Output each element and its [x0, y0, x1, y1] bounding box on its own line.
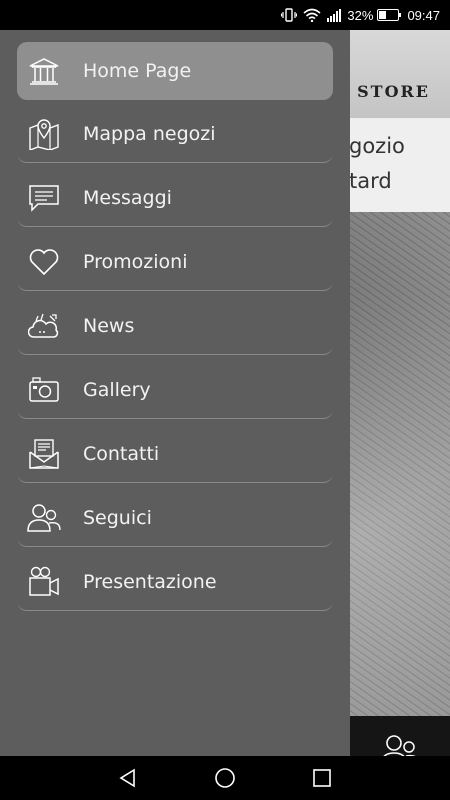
menu-label-home-page: Home Page	[83, 60, 192, 82]
mail-icon	[21, 434, 67, 474]
status-bar: 32% 09:47	[0, 0, 450, 30]
menu-label-news: News	[83, 314, 135, 337]
vibrate-icon	[281, 8, 298, 22]
battery-icon	[377, 9, 402, 21]
users-icon	[21, 498, 67, 538]
nav-recents-button[interactable]	[302, 758, 342, 798]
menu-label-seguici: Seguici	[83, 506, 152, 529]
cloud-news-icon	[21, 306, 67, 346]
battery-percent: 32%	[347, 7, 374, 23]
menu-label-contatti: Contatti	[83, 442, 160, 465]
camera-icon	[21, 370, 67, 410]
menu-item-messaggi[interactable]: Messaggi	[17, 169, 333, 227]
clock: 09:47	[407, 7, 440, 23]
battery-indicator: 32%	[347, 7, 402, 23]
menu-item-promozioni[interactable]: Promozioni	[17, 233, 333, 291]
navigation-drawer: Home Page Mappa negozi Messaggi Promozio…	[0, 30, 350, 756]
info-text-line2: tard	[349, 169, 392, 193]
menu-label-promozioni: Promozioni	[83, 250, 188, 273]
menu-item-home-page[interactable]: Home Page	[17, 42, 333, 100]
menu-item-seguici[interactable]: Seguici	[17, 489, 333, 547]
bank-building-icon	[21, 51, 67, 91]
home-icon	[215, 768, 235, 788]
map-pin-icon	[21, 114, 67, 154]
menu-label-messaggi: Messaggi	[83, 186, 172, 209]
menu-item-presentazione[interactable]: Presentazione	[17, 553, 333, 611]
wifi-icon	[303, 8, 321, 22]
system-nav-bar	[0, 756, 450, 800]
signal-icon	[327, 8, 342, 22]
menu-item-gallery[interactable]: Gallery	[17, 361, 333, 419]
info-text-line1: gozio	[349, 134, 405, 158]
menu-item-mappa-negozi[interactable]: Mappa negozi	[17, 105, 333, 163]
message-icon	[21, 178, 67, 218]
store-logo: STORE	[357, 82, 430, 101]
back-icon	[119, 768, 136, 788]
menu-label-presentazione: Presentazione	[83, 570, 217, 593]
recents-icon	[312, 769, 331, 787]
menu-item-news[interactable]: News	[17, 297, 333, 355]
video-camera-icon	[21, 562, 67, 602]
heart-icon	[21, 242, 67, 282]
menu-label-mappa-negozi: Mappa negozi	[83, 122, 216, 145]
menu-item-contatti[interactable]: Contatti	[17, 425, 333, 483]
menu-label-gallery: Gallery	[83, 378, 151, 401]
nav-home-button[interactable]	[205, 758, 245, 798]
nav-back-button[interactable]	[108, 758, 148, 798]
